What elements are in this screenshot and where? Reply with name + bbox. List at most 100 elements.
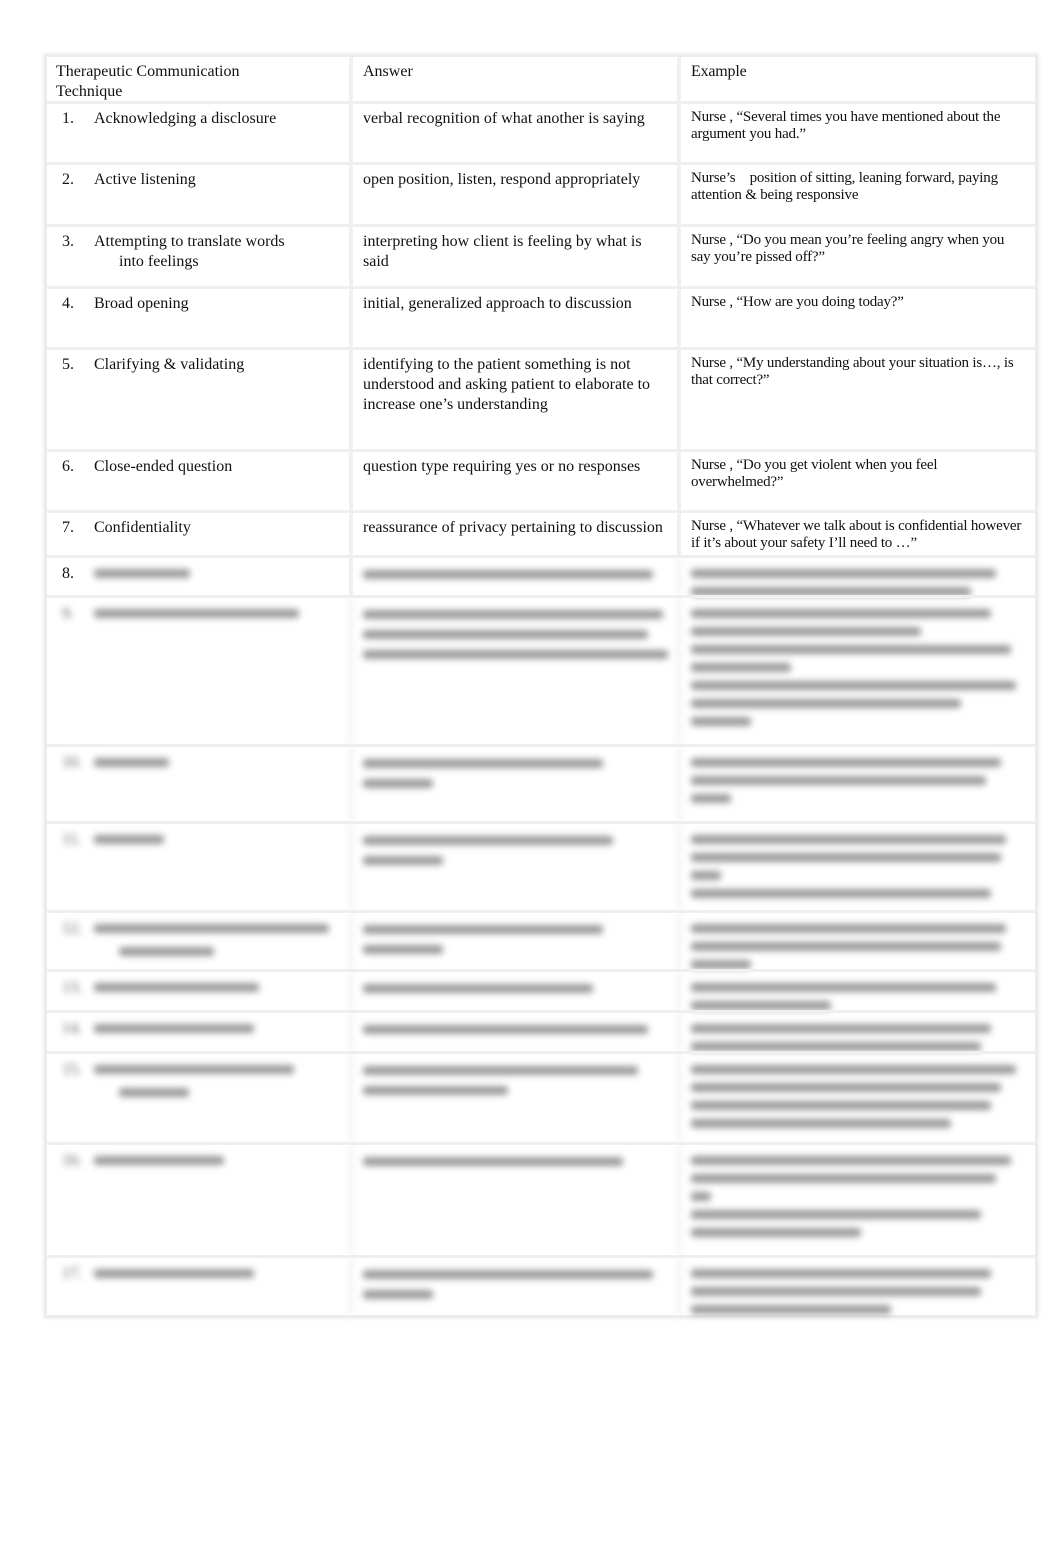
row-number: 9. [62, 605, 74, 622]
header-example: Example [691, 63, 747, 80]
header-technique-line2: Technique [56, 83, 123, 100]
example-cell: Nurse , “My understanding about your sit… [691, 355, 1014, 388]
example-cell-blurred [681, 913, 1035, 969]
technique-cell: 6. Close-ended question [47, 452, 353, 510]
answer-cell: open position, listen, respond appropria… [353, 165, 681, 224]
techniques-table: Therapeutic Communication Technique Answ… [44, 54, 1038, 1318]
technique-cell-blurred: 11. [47, 824, 353, 910]
example-cell-blurred [681, 747, 1035, 821]
row-number: 13. [62, 979, 82, 996]
table-header-row: Therapeutic Communication Technique Answ… [47, 57, 1035, 101]
answer-cell-blurred [353, 972, 681, 1010]
row-number: 11. [62, 831, 82, 848]
example-cell-blurred [681, 972, 1035, 1010]
example-cell-blurred [681, 1013, 1035, 1051]
technique-name: Confidentiality [94, 519, 191, 536]
example-cell: Nurse , “How are you doing today?” [691, 294, 904, 310]
answer-cell-blurred [353, 747, 681, 821]
row-number: 1. [62, 110, 74, 127]
answer-cell: identifying to the patient something is … [353, 350, 681, 449]
table-row-blurred: 10. [47, 744, 1035, 821]
technique-name: Attempting to translate words [94, 233, 285, 250]
example-cell-blurred [681, 1145, 1035, 1255]
example-cell-blurred [681, 824, 1035, 910]
example-cell-blurred [681, 1258, 1035, 1315]
example-cell: Nurse , “Whatever we talk about is confi… [691, 518, 1022, 551]
technique-cell-blurred: 13. [47, 972, 353, 1010]
answer-cell-blurred [353, 1054, 681, 1142]
technique-cell: 5. Clarifying & validating [47, 350, 353, 449]
answer-cell-blurred [353, 913, 681, 969]
technique-cell: 4. Broad opening [47, 289, 353, 347]
technique-name: Acknowledging a disclosure [94, 110, 277, 127]
answer-cell-blurred [353, 558, 681, 595]
table-row-blurred: 13. [47, 969, 1035, 1010]
technique-cell: 7. Confidentiality [47, 513, 353, 555]
row-number: 16. [62, 1152, 82, 1169]
table-row: 6. Close-ended question question type req… [47, 449, 1035, 510]
table-row: 1. Acknowledging a disclosure verbal reco… [47, 101, 1035, 162]
table-row-blurred: 14. [47, 1010, 1035, 1051]
row-number: 2. [62, 171, 74, 188]
example-cell-blurred [681, 1054, 1035, 1142]
answer-cell-blurred [353, 824, 681, 910]
row-number: 14. [62, 1020, 82, 1037]
table-row: 7. Confidentiality reassurance of privacy… [47, 510, 1035, 555]
technique-name-continued: into feelings [119, 253, 199, 270]
blurred-text [94, 569, 190, 578]
technique-cell: 8. [47, 558, 353, 595]
answer-cell: interpreting how client is feeling by wh… [353, 227, 681, 286]
row-number: 7. [62, 519, 74, 536]
table-row-blurred: 17. [47, 1255, 1035, 1315]
technique-cell-blurred: 12. [47, 913, 353, 969]
technique-name: Clarifying & validating [94, 356, 245, 373]
example-cell: Nurse , “Do you get violent when you fee… [691, 457, 938, 490]
example-cell-blurred [681, 558, 1035, 596]
example-cell: Nurse , “Do you mean you’re feeling angr… [691, 232, 1005, 265]
example-cell: Nurse , “Several times you have mentione… [691, 109, 1001, 142]
header-technique: Therapeutic Communication Technique [47, 57, 353, 101]
row-number: 17. [62, 1265, 82, 1282]
technique-cell-blurred: 16. [47, 1145, 353, 1255]
answer-cell-blurred [353, 1258, 681, 1315]
technique-cell-blurred: 14. [47, 1013, 353, 1051]
technique-cell-blurred: 9. [47, 598, 353, 744]
table-row: 3. Attempting to translate words into feel… [47, 224, 1035, 286]
technique-cell: 1. Acknowledging a disclosure [47, 104, 353, 162]
table-row: 2. Active listening open position, listen… [47, 162, 1035, 224]
technique-name: Close-ended question [94, 458, 233, 475]
technique-cell: 3. Attempting to translate words into feel… [47, 227, 353, 286]
example-cell-blurred [681, 598, 1035, 744]
technique-cell-blurred: 10. [47, 747, 353, 821]
table-row-blurred: 11. [47, 821, 1035, 910]
table-row-blurred: 15. [47, 1051, 1035, 1142]
row-number: 6. [62, 458, 74, 475]
technique-cell-blurred: 15. [47, 1054, 353, 1142]
answer-cell: initial, generalized approach to discuss… [353, 289, 681, 347]
answer-cell: reassurance of privacy pertaining to dis… [353, 513, 681, 555]
table-row-blurred: 9. [47, 595, 1035, 744]
row-number: 4. [62, 295, 74, 312]
table-row-blurred: 12. [47, 910, 1035, 969]
table-row: 5. Clarifying & validating identifying to… [47, 347, 1035, 449]
document-page: Therapeutic Communication Technique Answ… [0, 0, 1062, 1561]
row-number: 10. [62, 754, 82, 771]
example-cell: Nurse’s position of sitting, leaning for… [691, 170, 1002, 203]
table-row-blurred: 8. [47, 555, 1035, 596]
technique-cell-blurred: 17. [47, 1258, 353, 1315]
header-answer: Answer [353, 57, 681, 101]
answer-cell: verbal recognition of what another is sa… [353, 104, 681, 162]
technique-cell: 2. Active listening [47, 165, 353, 224]
technique-name: Broad opening [94, 295, 189, 312]
answer-cell-blurred [353, 1013, 681, 1051]
answer-cell-blurred [353, 1145, 681, 1255]
header-technique-line1: Therapeutic Communication [56, 63, 240, 80]
technique-name: Active listening [94, 171, 196, 188]
row-number: 12. [62, 920, 82, 937]
table-row-blurred: 16. [47, 1142, 1035, 1255]
row-number: 3. [62, 233, 74, 250]
row-number: 5. [62, 356, 74, 373]
answer-cell: question type requiring yes or no respon… [353, 452, 681, 510]
row-number: 8. [62, 565, 74, 582]
table-row: 4. Broad opening initial, generalized app… [47, 286, 1035, 347]
